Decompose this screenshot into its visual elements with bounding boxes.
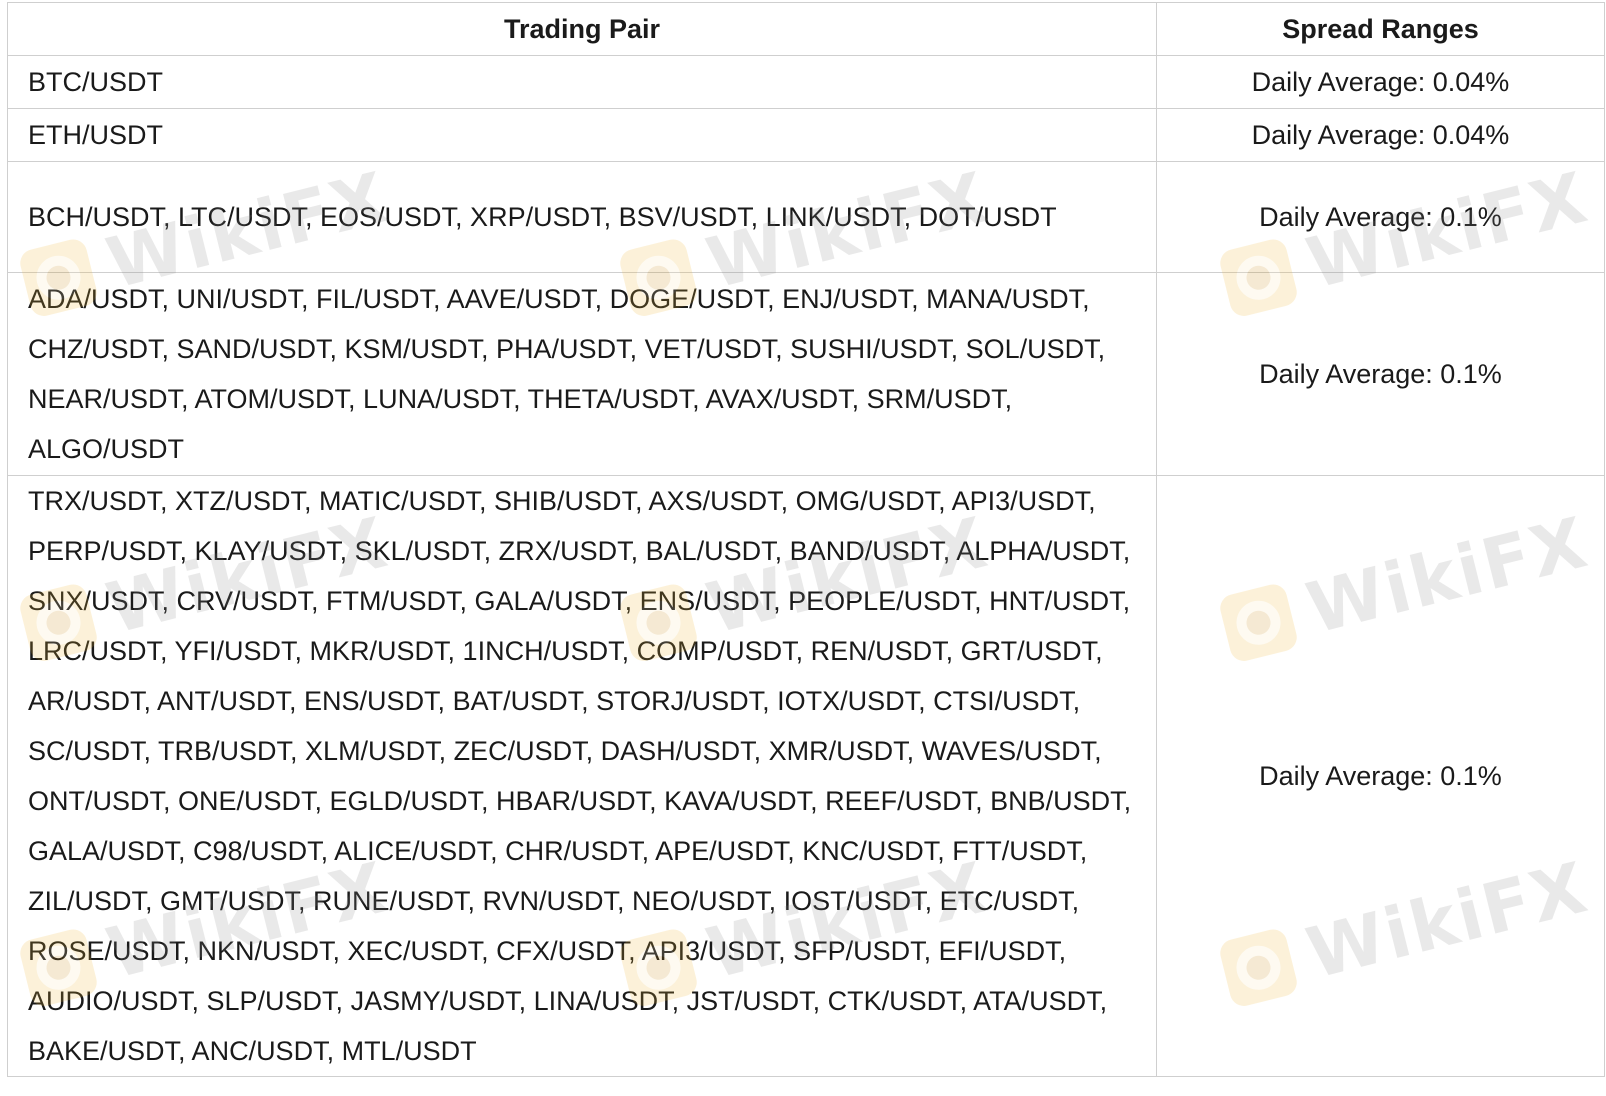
table-row: BCH/USDT, LTC/USDT, EOS/USDT, XRP/USDT, … xyxy=(7,161,1605,273)
spread-table: Trading Pair Spread Ranges BTC/USDT Dail… xyxy=(7,2,1605,1077)
header-spread-ranges: Spread Ranges xyxy=(1156,2,1605,56)
trading-pair-cell: ADA/USDT, UNI/USDT, FIL/USDT, AAVE/USDT,… xyxy=(7,272,1157,476)
trading-pair-cell: ETH/USDT xyxy=(7,108,1157,162)
table-header-row: Trading Pair Spread Ranges xyxy=(7,2,1605,56)
trading-pair-cell: BCH/USDT, LTC/USDT, EOS/USDT, XRP/USDT, … xyxy=(7,161,1157,273)
spread-range-cell: Daily Average: 0.1% xyxy=(1156,475,1605,1077)
trading-pair-cell: BTC/USDT xyxy=(7,55,1157,109)
spread-range-cell: Daily Average: 0.1% xyxy=(1156,161,1605,273)
table-row: ETH/USDT Daily Average: 0.04% xyxy=(7,108,1605,162)
spread-range-cell: Daily Average: 0.04% xyxy=(1156,108,1605,162)
spread-range-cell: Daily Average: 0.1% xyxy=(1156,272,1605,476)
spread-range-cell: Daily Average: 0.04% xyxy=(1156,55,1605,109)
spread-table-container: Trading Pair Spread Ranges BTC/USDT Dail… xyxy=(7,2,1605,1077)
trading-pair-cell: TRX/USDT, XTZ/USDT, MATIC/USDT, SHIB/USD… xyxy=(7,475,1157,1077)
table-row: BTC/USDT Daily Average: 0.04% xyxy=(7,55,1605,109)
table-row: ADA/USDT, UNI/USDT, FIL/USDT, AAVE/USDT,… xyxy=(7,272,1605,476)
table-row: TRX/USDT, XTZ/USDT, MATIC/USDT, SHIB/USD… xyxy=(7,475,1605,1077)
header-trading-pair: Trading Pair xyxy=(7,2,1157,56)
